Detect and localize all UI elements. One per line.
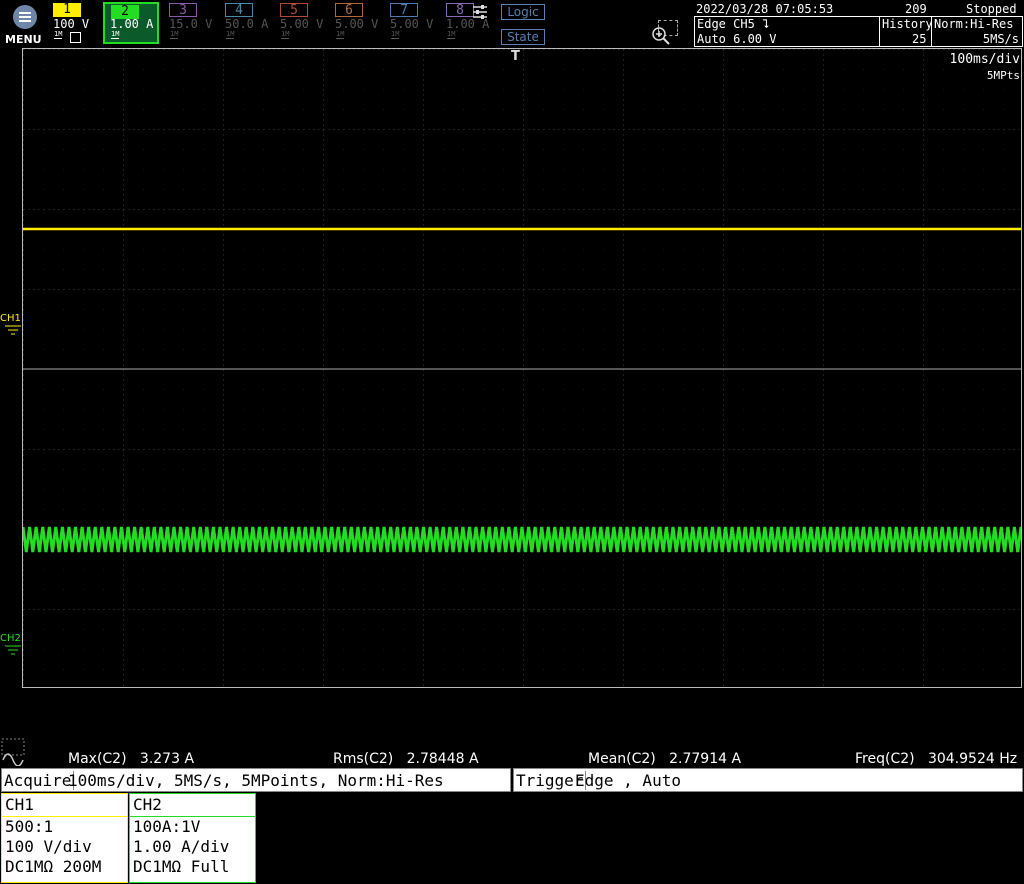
channel-4-number: 4 [225, 3, 253, 18]
channel-8-number: 8 [446, 3, 474, 18]
ch1-marker-label: CH1 [0, 313, 21, 324]
ch2-settings-panel[interactable]: CH2 100A:1V 1.00 A/div DC1MΩ Full [129, 793, 256, 883]
timebase: 100ms/div [949, 52, 1020, 67]
measurement-rms[interactable]: Rms(C2) 2.78448 A [333, 751, 479, 767]
ch2-probe-ratio: 100A:1V [133, 817, 201, 836]
acquisition-count: 209 [905, 2, 927, 16]
sample-rate: 5MS/s [982, 32, 1019, 46]
state-button[interactable]: State [501, 29, 545, 45]
acquire-label: Acquire [4, 771, 75, 790]
channel-1-scale: 100 V [53, 17, 90, 31]
channel-1-button[interactable]: 1 100 V 1M [47, 2, 99, 44]
channel-5-impedance: 1M [281, 30, 290, 39]
channel-2-button[interactable]: 2 1.00 A 1M [103, 2, 159, 44]
ch2-coupling: DC1MΩ Full [133, 857, 230, 876]
measurement-mean-value: 2.77914 A [669, 751, 742, 767]
channel-5-number: 5 [280, 3, 308, 18]
measurement-freq-label: Freq(C2) [855, 751, 915, 767]
ch1-panel-title: CH1 [2, 794, 127, 817]
ch2-marker-label: CH2 [0, 633, 21, 644]
channel-3-scale: 15.0 V [169, 17, 213, 31]
trigger-position-marker[interactable]: T [511, 49, 520, 64]
measurement-max-label: Max(C2) [68, 751, 127, 767]
graticule [23, 49, 1021, 687]
ch1-coupling: DC1MΩ 200M [5, 857, 102, 876]
measurement-max[interactable]: Max(C2) 3.273 A [68, 751, 194, 767]
channel-7-number: 7 [390, 3, 418, 18]
datetime: 2022/03/28 07:05:53 [696, 2, 834, 16]
ch2-panel-title: CH2 [130, 794, 255, 817]
ch1-probe-ratio: 500:1 [5, 817, 54, 836]
channel-7-button[interactable]: 7 5.00 V 1M [384, 2, 436, 44]
trigger-level: Auto 6.00 V [697, 32, 777, 46]
measurement-freq-value: 304.9524 Hz [927, 751, 1018, 767]
ch2-vertical-scale: 1.00 A/div [133, 837, 230, 856]
history-label: History [882, 17, 933, 31]
channel-8-impedance: 1M [447, 30, 456, 39]
channel-7-scale: 5.00 V [390, 17, 434, 31]
measurement-rms-label: Rms(C2) [333, 751, 394, 767]
channel-6-impedance: 1M [336, 30, 345, 39]
menu-icon [13, 5, 37, 29]
menu-label: MENU [5, 33, 42, 46]
channel-7-impedance: 1M [391, 30, 400, 39]
waveform-display[interactable] [22, 48, 1022, 688]
acquire-settings: 100ms/div, 5MS/s, 5MPoints, Norm:Hi-Res [68, 771, 444, 790]
bandwidth-limit-icon [70, 32, 81, 43]
ch2-marker[interactable]: CH2 [0, 633, 24, 656]
channel-6-number: 6 [335, 3, 363, 18]
channel-1-number: 1 [53, 3, 81, 17]
ch2-ground-icon [5, 645, 21, 655]
ch1-vertical-scale: 100 V/div [5, 837, 92, 856]
logic-button[interactable]: Logic [501, 4, 545, 20]
measure-icon[interactable] [1, 738, 25, 766]
zoom-icon[interactable] [651, 26, 671, 46]
trigger-settings: Edge , Auto [575, 771, 681, 790]
ch1-ground-icon [5, 325, 21, 335]
trigger-source: Edge CH5 ⮧ [697, 17, 770, 31]
channel-3-number: 3 [169, 3, 197, 18]
channel-1-impedance: 1M [54, 30, 63, 39]
trigger-panel[interactable]: Trigger Edge , Auto [513, 768, 1023, 792]
record-length: 5MPts [986, 69, 1020, 82]
channel-3-button[interactable]: 3 15.0 V 1M [163, 2, 215, 44]
acquisition-info[interactable]: Norm:Hi-Res 5MS/s [931, 16, 1023, 47]
history-button[interactable]: History 25 [879, 16, 933, 47]
channel-2-scale: 1.00 A [110, 17, 154, 31]
channel-6-button[interactable]: 6 5.00 V 1M [329, 2, 381, 44]
channel-3-impedance: 1M [170, 30, 179, 39]
channel-6-scale: 5.00 V [335, 17, 379, 31]
channel-2-impedance: 1M [111, 30, 120, 39]
acquire-panel[interactable]: Acquire 100ms/div, 5MS/s, 5MPoints, Norm… [1, 768, 511, 792]
measurement-mean[interactable]: Mean(C2) 2.77914 A [588, 751, 741, 767]
run-state: Stopped [966, 2, 1017, 16]
measurement-max-value: 3.273 A [139, 751, 195, 767]
channel-4-scale: 50.0 A [225, 17, 269, 31]
channel-settings-icon[interactable] [472, 4, 488, 20]
measurement-mean-label: Mean(C2) [588, 751, 656, 767]
channel-5-scale: 5.00 V [280, 17, 324, 31]
channel-4-button[interactable]: 4 50.0 A 1M [219, 2, 271, 44]
acquisition-mode: Norm:Hi-Res [934, 17, 1014, 31]
measurement-rms-value: 2.78448 A [406, 751, 479, 767]
ch1-marker[interactable]: CH1 [0, 313, 24, 336]
ch1-settings-panel[interactable]: CH1 500:1 100 V/div DC1MΩ 200M [1, 793, 128, 883]
menu-button[interactable]: MENU [2, 2, 44, 46]
measurement-freq[interactable]: Freq(C2) 304.9524 Hz [855, 751, 1017, 767]
channel-4-impedance: 1M [226, 30, 235, 39]
history-value: 25 [912, 32, 927, 46]
channel-5-button[interactable]: 5 5.00 V 1M [274, 2, 326, 44]
trigger-info[interactable]: Edge CH5 ⮧ Auto 6.00 V [694, 16, 880, 47]
